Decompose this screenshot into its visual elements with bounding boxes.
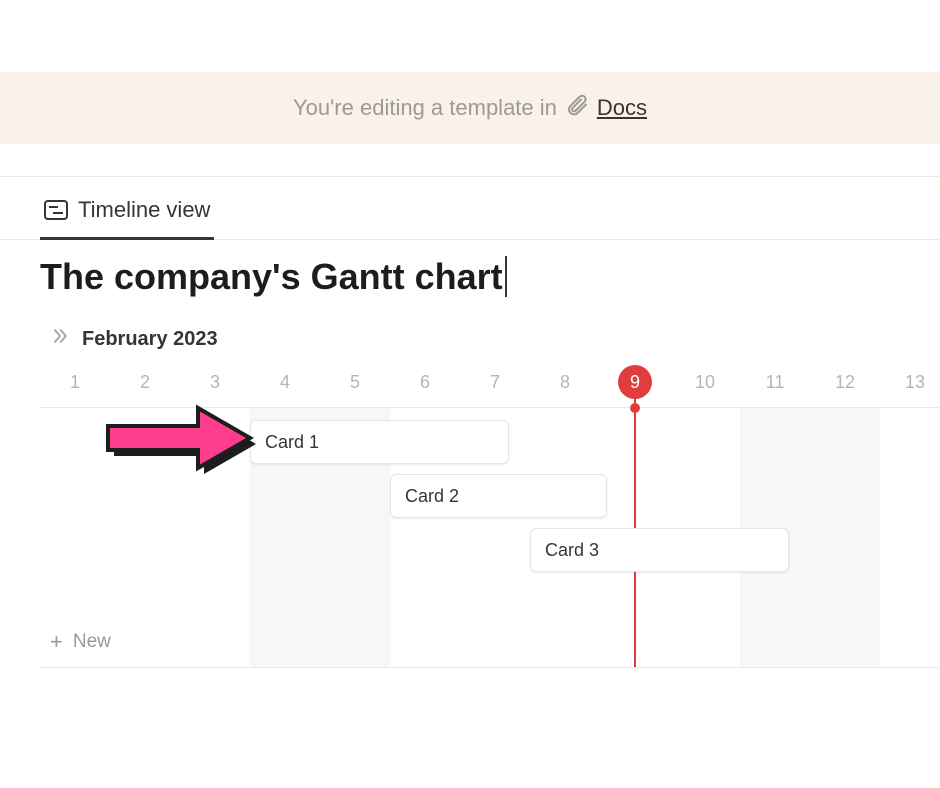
pointer-arrow-annotation <box>100 400 270 485</box>
day[interactable]: 7 <box>460 360 530 404</box>
chevron-double-right-icon <box>50 326 70 352</box>
month-label: February 2023 <box>82 328 218 351</box>
day[interactable]: 4 <box>250 360 320 404</box>
timeline-card[interactable]: Card 2 <box>390 474 607 518</box>
day[interactable]: 1 <box>40 360 110 404</box>
weekend-shade <box>810 408 880 667</box>
today-dot <box>630 403 640 413</box>
docs-link[interactable]: Docs <box>597 95 647 121</box>
timeline-card[interactable]: Card 3 <box>530 528 789 572</box>
new-label: New <box>73 631 111 653</box>
timeline-icon <box>44 200 68 220</box>
day[interactable]: 3 <box>180 360 250 404</box>
day[interactable]: 12 <box>810 360 880 404</box>
timeline-card[interactable]: Card 1 <box>250 420 509 464</box>
day[interactable]: 6 <box>390 360 460 404</box>
day[interactable]: 5 <box>320 360 390 404</box>
day[interactable]: 11 <box>740 360 810 404</box>
day[interactable]: 10 <box>670 360 740 404</box>
day[interactable]: 8 <box>530 360 600 404</box>
day[interactable]: 13 <box>880 360 940 404</box>
page-title-row: The company's Gantt chart <box>0 240 940 308</box>
new-card-button[interactable]: + New <box>50 631 111 653</box>
tab-label: Timeline view <box>78 197 210 223</box>
template-banner: You're editing a template in Docs <box>0 72 940 144</box>
tab-timeline-view[interactable]: Timeline view <box>40 189 214 240</box>
view-tabs: Timeline view <box>0 177 940 240</box>
banner-message: You're editing a template in <box>293 95 557 121</box>
plus-icon: + <box>50 631 63 653</box>
day[interactable]: 2 <box>110 360 180 404</box>
month-selector[interactable]: February 2023 <box>0 308 940 360</box>
page-title[interactable]: The company's Gantt chart <box>40 256 507 297</box>
paperclip-icon <box>565 93 589 123</box>
